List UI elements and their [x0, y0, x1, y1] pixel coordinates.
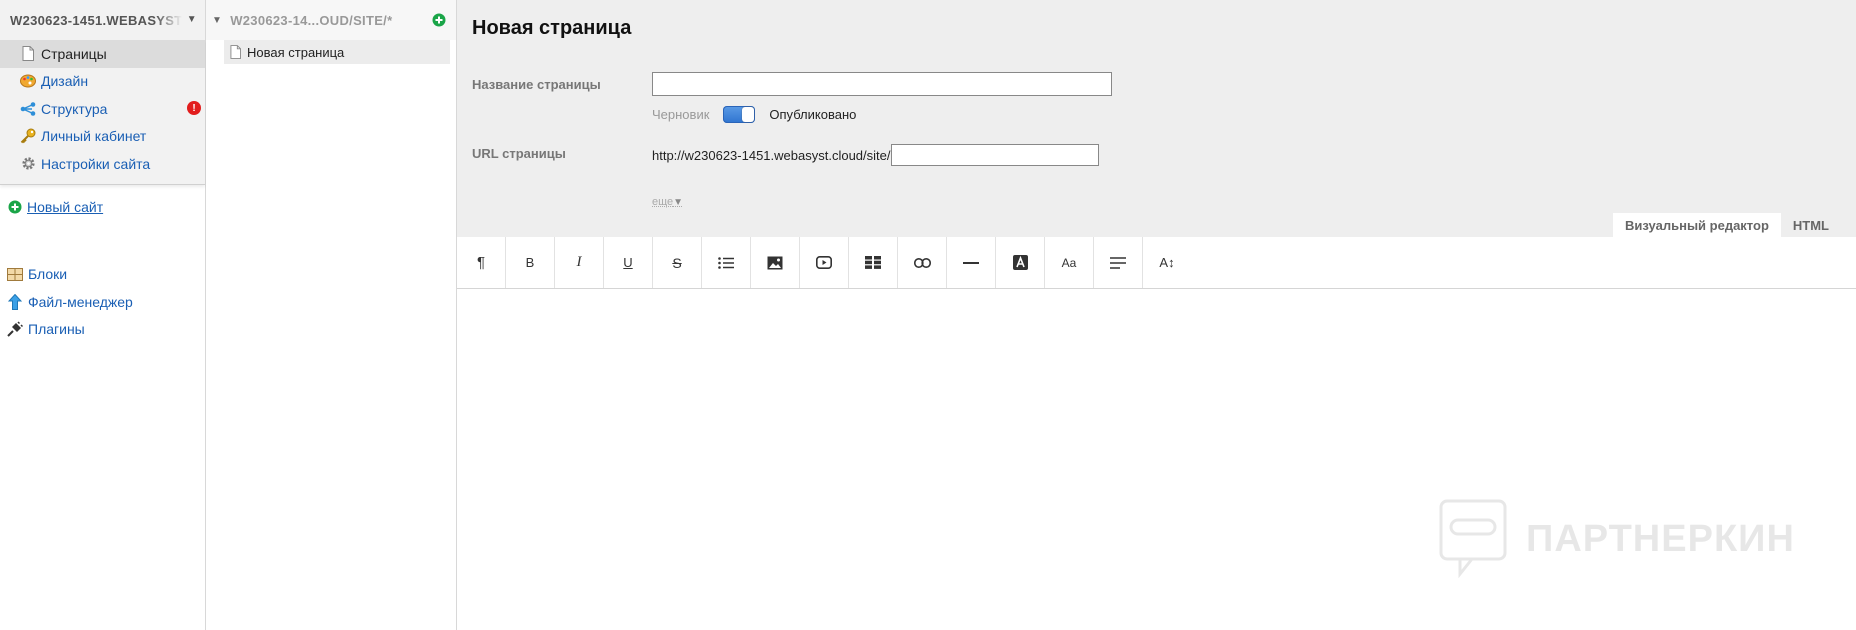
video-icon[interactable] [800, 237, 849, 288]
sidebar-item-label: Дизайн [41, 73, 89, 90]
sidebar-item-label: Структура [41, 100, 108, 117]
sidebar-item-blocks[interactable]: Блоки [0, 261, 205, 289]
align-icon[interactable] [1094, 237, 1143, 288]
page-name-label: Название страницы [472, 77, 601, 92]
page-settings-form: Новая страница Название страницы Чернови… [457, 0, 1856, 237]
list-icon[interactable] [702, 237, 751, 288]
more-link[interactable]: еще▼ [652, 196, 683, 208]
add-icon [8, 200, 22, 214]
watermark-text: ПАРТНЕРКИН [1526, 518, 1795, 560]
page-tree: ▼ W230623-14...OUD/SITE/* Новая страница [206, 0, 457, 630]
sidebar-item-label: Настройки сайта [41, 155, 151, 172]
line-height-glyph: A↕ [1159, 255, 1175, 270]
line-height-icon[interactable]: A↕ [1143, 237, 1191, 288]
editor-tabs: Визуальный редактор HTML [1613, 213, 1841, 237]
italic-glyph: I [576, 254, 582, 270]
page-icon [20, 46, 36, 62]
sidebar-item-structure[interactable]: Структура ! [0, 95, 205, 123]
plug-icon [7, 321, 23, 337]
publish-status: Черновик Опубликовано [652, 106, 856, 123]
page-url-label: URL страницы [472, 146, 566, 161]
table-icon[interactable] [849, 237, 898, 288]
tree-page-label: Новая страница [247, 44, 345, 60]
page-title: Новая страница [472, 17, 632, 39]
published-label: Опубликовано [769, 107, 857, 122]
line-icon[interactable] [947, 237, 996, 288]
strikethrough-icon[interactable]: S [653, 237, 702, 288]
sidebar-item-label: Страницы [41, 45, 107, 62]
gear-icon [20, 156, 36, 172]
italic-icon[interactable]: I [555, 237, 604, 288]
new-site-link[interactable]: Новый сайт [0, 199, 205, 215]
bold-icon[interactable]: B [506, 237, 555, 288]
structure-icon [20, 101, 36, 117]
chevron-down-icon[interactable]: ▼ [187, 14, 197, 25]
add-page-icon[interactable] [432, 13, 446, 30]
site-switcher[interactable]: W230623-1451.WEBASYST.CLOUD ▼ [0, 0, 205, 40]
draft-label: Черновик [652, 107, 710, 122]
tool-item-label: Файл-менеджер [28, 293, 133, 310]
toggle-knob [742, 107, 755, 122]
sidebar-item-pages[interactable]: Страницы [0, 40, 205, 68]
url-row: http://w230623-1451.webasyst.cloud/site/ [652, 144, 1100, 166]
sidebar: W230623-1451.WEBASYST.CLOUD ▼ Страницы Д… [0, 0, 206, 630]
underline-glyph: U [623, 255, 633, 270]
key-icon [20, 128, 36, 144]
tool-item-label: Блоки [28, 266, 68, 283]
font-size-icon[interactable]: Aa [1045, 237, 1094, 288]
sidebar-item-label: Личный кабинет [41, 128, 147, 145]
collapse-icon[interactable]: ▼ [212, 15, 222, 26]
page-url-input[interactable] [891, 144, 1100, 166]
partnerkin-watermark: ПАРТНЕРКИН [1438, 498, 1795, 581]
bold-glyph: B [525, 255, 535, 270]
page-icon [230, 45, 241, 59]
blocks-icon [7, 266, 23, 282]
sidebar-menu: Страницы Дизайн Структура ! Личный кабин… [0, 40, 205, 185]
more-label: еще [652, 196, 674, 208]
tree-root[interactable]: ▼ W230623-14...OUD/SITE/* [206, 0, 456, 40]
image-icon[interactable] [751, 237, 800, 288]
site-name: W230623-1451.WEBASYST.CLOUD [10, 12, 182, 28]
publish-toggle[interactable] [723, 106, 756, 123]
page-name-input[interactable] [652, 72, 1112, 96]
link-icon[interactable] [898, 237, 947, 288]
tree-root-label: W230623-14...OUD/SITE/* [230, 12, 393, 28]
tree-page-item[interactable]: Новая страница [224, 40, 450, 64]
url-prefix: http://w230623-1451.webasyst.cloud/site/ [652, 147, 891, 163]
font-color-icon[interactable] [996, 237, 1045, 288]
font-size-glyph: Aa [1061, 255, 1077, 270]
strike-glyph: S [672, 254, 682, 271]
upload-icon [7, 293, 23, 310]
tab-visual-editor[interactable]: Визуальный редактор [1613, 213, 1781, 237]
warning-badge: ! [187, 101, 201, 115]
sidebar-item-design[interactable]: Дизайн [0, 68, 205, 96]
tools-list: Блоки Файл-менеджер Плагины [0, 261, 205, 344]
paragraph-glyph: ¶ [476, 254, 486, 271]
sidebar-item-file-manager[interactable]: Файл-менеджер [0, 288, 205, 316]
chevron-down-icon: ▼ [673, 197, 684, 208]
underline-icon[interactable]: U [604, 237, 653, 288]
sidebar-item-plugins[interactable]: Плагины [0, 316, 205, 344]
tab-html[interactable]: HTML [1781, 213, 1841, 237]
sidebar-item-settings[interactable]: Настройки сайта [0, 150, 205, 178]
paragraph-icon[interactable]: ¶ [457, 237, 506, 288]
tool-item-label: Плагины [28, 321, 85, 338]
editor-toolbar: ¶ B I U S Aa A↕ [457, 237, 1856, 289]
sidebar-item-account[interactable]: Личный кабинет [0, 123, 205, 151]
new-site-label: Новый сайт [27, 198, 104, 215]
watermark-logo-icon [1438, 498, 1508, 581]
palette-icon [20, 73, 36, 89]
